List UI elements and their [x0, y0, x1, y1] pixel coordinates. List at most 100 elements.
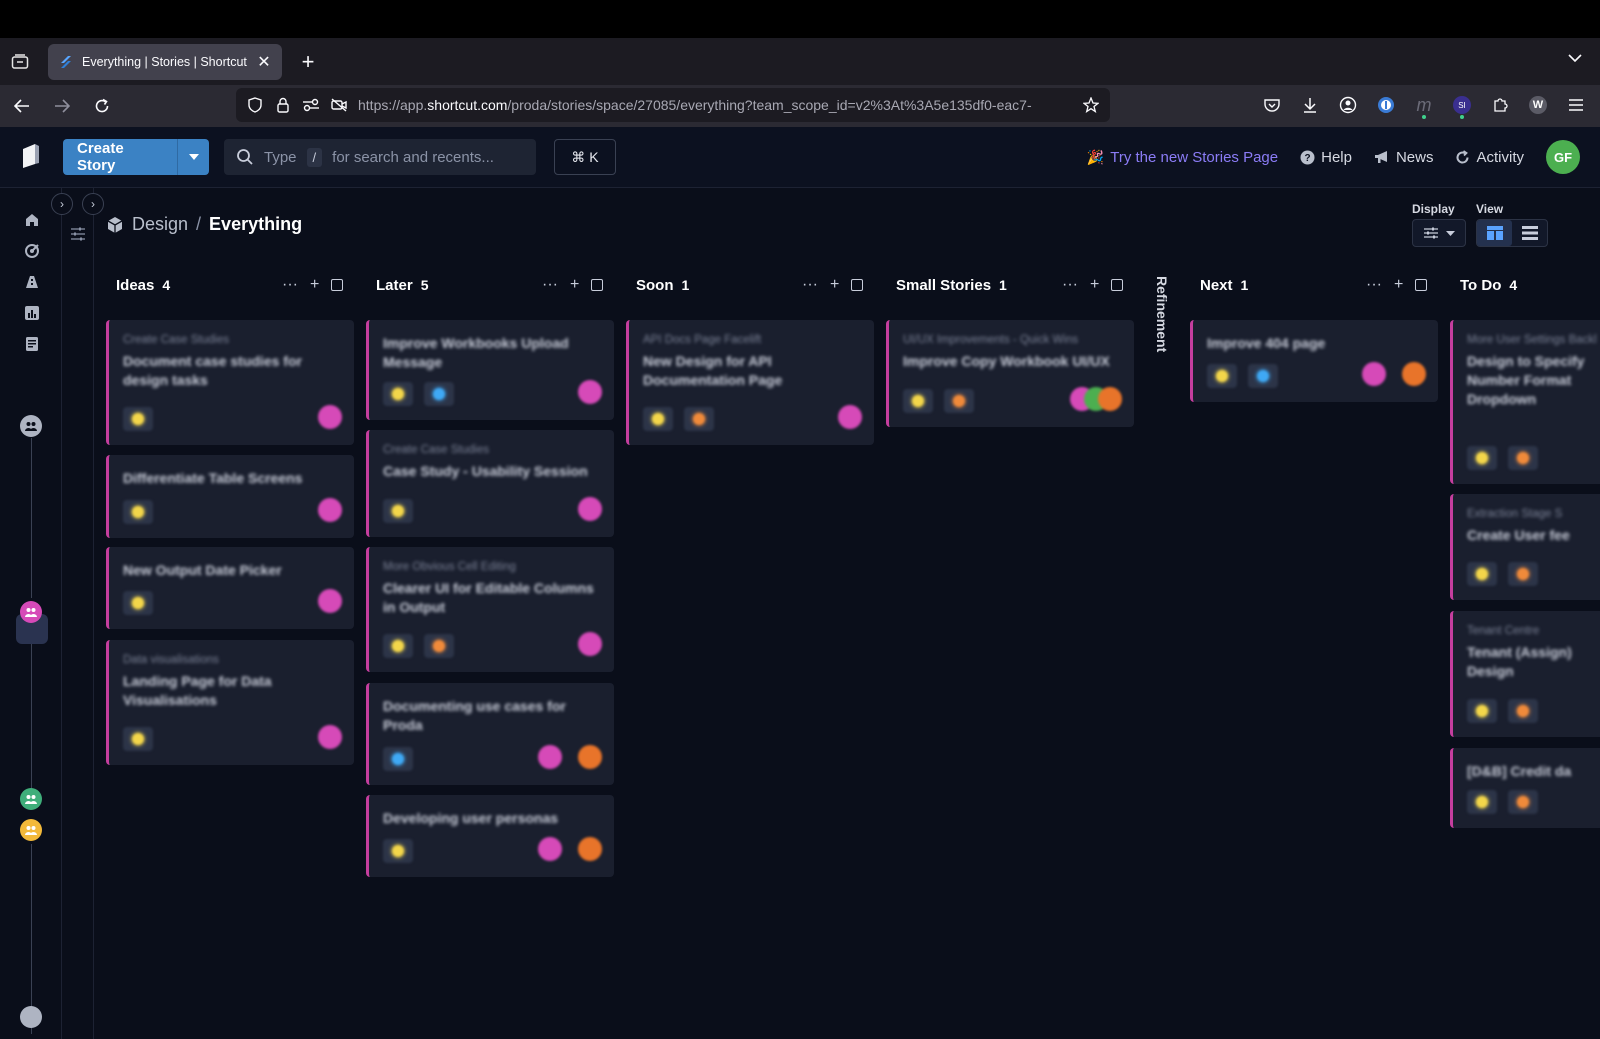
reports-icon[interactable]: [22, 303, 42, 323]
url-text[interactable]: https://app.shortcut.com/proda/stories/s…: [358, 97, 1072, 113]
column-add-story-icon[interactable]: +: [1394, 276, 1403, 294]
column-more-icon[interactable]: ···: [282, 276, 298, 294]
create-story-label: Create Story: [77, 140, 124, 174]
card-label-tag: [1508, 699, 1538, 723]
app-header: Create Story Type / for search and recen…: [0, 127, 1600, 188]
refinement-label[interactable]: Refinement: [1150, 276, 1174, 366]
column-select-checkbox[interactable]: [591, 279, 604, 291]
new-tab-icon[interactable]: +: [296, 49, 320, 75]
story-card[interactable]: More Obvious Cell Editing Clearer UI for …: [366, 547, 614, 672]
column-more-icon[interactable]: ···: [1062, 276, 1078, 294]
column-add-story-icon[interactable]: +: [310, 276, 319, 294]
column-select-checkbox[interactable]: [851, 279, 864, 291]
shortcut-logo-icon[interactable]: [21, 143, 41, 169]
card-title: Documenting use cases for Proda: [383, 698, 566, 733]
column-actions: ··· +: [282, 274, 344, 296]
story-card[interactable]: Improve 404 page: [1190, 320, 1438, 402]
column-more-icon[interactable]: ···: [1366, 276, 1382, 294]
lock-icon[interactable]: [274, 97, 292, 113]
card-label-tag: [383, 747, 413, 771]
filter-sliders-icon[interactable]: [70, 226, 86, 247]
story-card[interactable]: [D&B] Credit da: [1450, 748, 1600, 828]
team-more-icon[interactable]: [20, 1006, 42, 1028]
team-yellow-icon[interactable]: [20, 819, 42, 841]
card-footer: [383, 745, 602, 771]
display-options-button[interactable]: [1412, 219, 1466, 247]
browser-tab[interactable]: Everything | Stories | Shortcut ✕: [48, 43, 282, 80]
card-footer: [383, 380, 602, 406]
story-card[interactable]: Developing user personas: [366, 795, 614, 877]
camera-blocked-icon[interactable]: [330, 98, 348, 112]
extensions-puzzle-icon[interactable]: [1486, 89, 1514, 121]
column-select-checkbox[interactable]: [331, 279, 344, 291]
news-link[interactable]: News: [1374, 148, 1434, 166]
news-label: News: [1395, 148, 1434, 166]
team-all-icon[interactable]: [20, 415, 42, 437]
team-green-icon[interactable]: [20, 788, 42, 810]
breadcrumb-space[interactable]: Design: [132, 214, 188, 235]
browser-tab-bar: Everything | Stories | Shortcut ✕ +: [0, 38, 1600, 85]
card-title: Document case studies for design tasks: [123, 353, 302, 388]
extension-1password-icon[interactable]: [1372, 89, 1400, 121]
column-more-icon[interactable]: ···: [542, 276, 558, 294]
card-title: Improve Workbooks Upload Message: [383, 335, 569, 370]
home-icon[interactable]: [22, 210, 42, 230]
reload-icon[interactable]: [84, 88, 120, 124]
permissions-icon[interactable]: [302, 98, 320, 112]
story-card[interactable]: Documenting use cases for Proda: [366, 683, 614, 785]
menu-hamburger-icon[interactable]: [1562, 89, 1590, 121]
story-card[interactable]: New Output Date Picker: [106, 547, 354, 629]
search-input[interactable]: Type / for search and recents...: [224, 139, 536, 175]
column-more-icon[interactable]: ···: [802, 276, 818, 294]
column-header: Small Stories 1: [896, 274, 1007, 296]
card-title: Differentiate Table Screens: [123, 470, 303, 486]
column-select-checkbox[interactable]: [1415, 279, 1428, 291]
back-icon[interactable]: [4, 88, 40, 124]
bookmark-star-icon[interactable]: [1082, 97, 1100, 113]
tab-overflow-chevron-icon[interactable]: [1568, 50, 1582, 68]
story-card[interactable]: Differentiate Table Screens: [106, 455, 354, 538]
pocket-icon[interactable]: [1258, 89, 1286, 121]
tab-list-icon[interactable]: [0, 42, 40, 82]
account-icon[interactable]: [1334, 89, 1362, 121]
browser-nav-bar: https://app.shortcut.com/proda/stories/s…: [0, 85, 1600, 127]
target-icon[interactable]: [22, 241, 42, 261]
create-story-button[interactable]: Create Story: [63, 139, 209, 175]
story-card[interactable]: More User Settings Backlog Design to Spec…: [1450, 320, 1600, 484]
column-add-story-icon[interactable]: +: [1090, 276, 1099, 294]
story-card[interactable]: Data visualisations Landing Page for Data…: [106, 640, 354, 765]
address-bar[interactable]: https://app.shortcut.com/proda/stories/s…: [236, 88, 1110, 122]
create-story-dropdown-icon[interactable]: [177, 139, 209, 175]
story-card[interactable]: Extraction Stage S Create User fee: [1450, 494, 1600, 600]
expand-sidebar-chevron-icon[interactable]: ›: [51, 193, 73, 215]
extension-si-icon[interactable]: SI: [1448, 89, 1476, 121]
column-actions: ··· +: [802, 274, 864, 296]
downloads-icon[interactable]: [1296, 89, 1324, 121]
tracking-shield-icon[interactable]: [246, 97, 264, 113]
help-link[interactable]: ? Help: [1300, 149, 1352, 166]
forward-icon[interactable]: [44, 88, 80, 124]
story-card[interactable]: Create Case Studies Document case studies…: [106, 320, 354, 445]
command-palette-button[interactable]: ⌘ K: [554, 139, 616, 175]
card-footer: [123, 405, 342, 431]
activity-link[interactable]: Activity: [1455, 149, 1524, 166]
docs-icon[interactable]: [22, 334, 42, 354]
column-select-checkbox[interactable]: [1111, 279, 1124, 291]
user-avatar[interactable]: GF: [1546, 140, 1580, 174]
story-card[interactable]: API Docs Page Facelift New Design for API…: [626, 320, 874, 445]
tab-close-icon[interactable]: ✕: [256, 52, 272, 72]
story-card[interactable]: UI/UX Improvements - Quick Wins Improve C…: [886, 320, 1134, 427]
roadmap-icon[interactable]: [22, 272, 42, 292]
profile-w-icon[interactable]: W: [1524, 89, 1552, 121]
story-card[interactable]: Tenant Centre Tenant (Assign) Design: [1450, 611, 1600, 737]
extension-m-icon[interactable]: m: [1410, 89, 1438, 121]
kanban-view-icon[interactable]: [1477, 220, 1512, 246]
column-add-story-icon[interactable]: +: [830, 276, 839, 294]
try-new-stories-page-link[interactable]: 🎉 Try the new Stories Page: [1087, 149, 1278, 166]
story-card[interactable]: Improve Workbooks Upload Message: [366, 320, 614, 420]
column-add-story-icon[interactable]: +: [570, 276, 579, 294]
story-card[interactable]: Create Case Studies Case Study - Usabilit…: [366, 430, 614, 537]
team-design-icon[interactable]: [20, 601, 42, 623]
expand-filters-chevron-icon[interactable]: ›: [82, 193, 104, 215]
list-view-icon[interactable]: [1512, 220, 1547, 246]
